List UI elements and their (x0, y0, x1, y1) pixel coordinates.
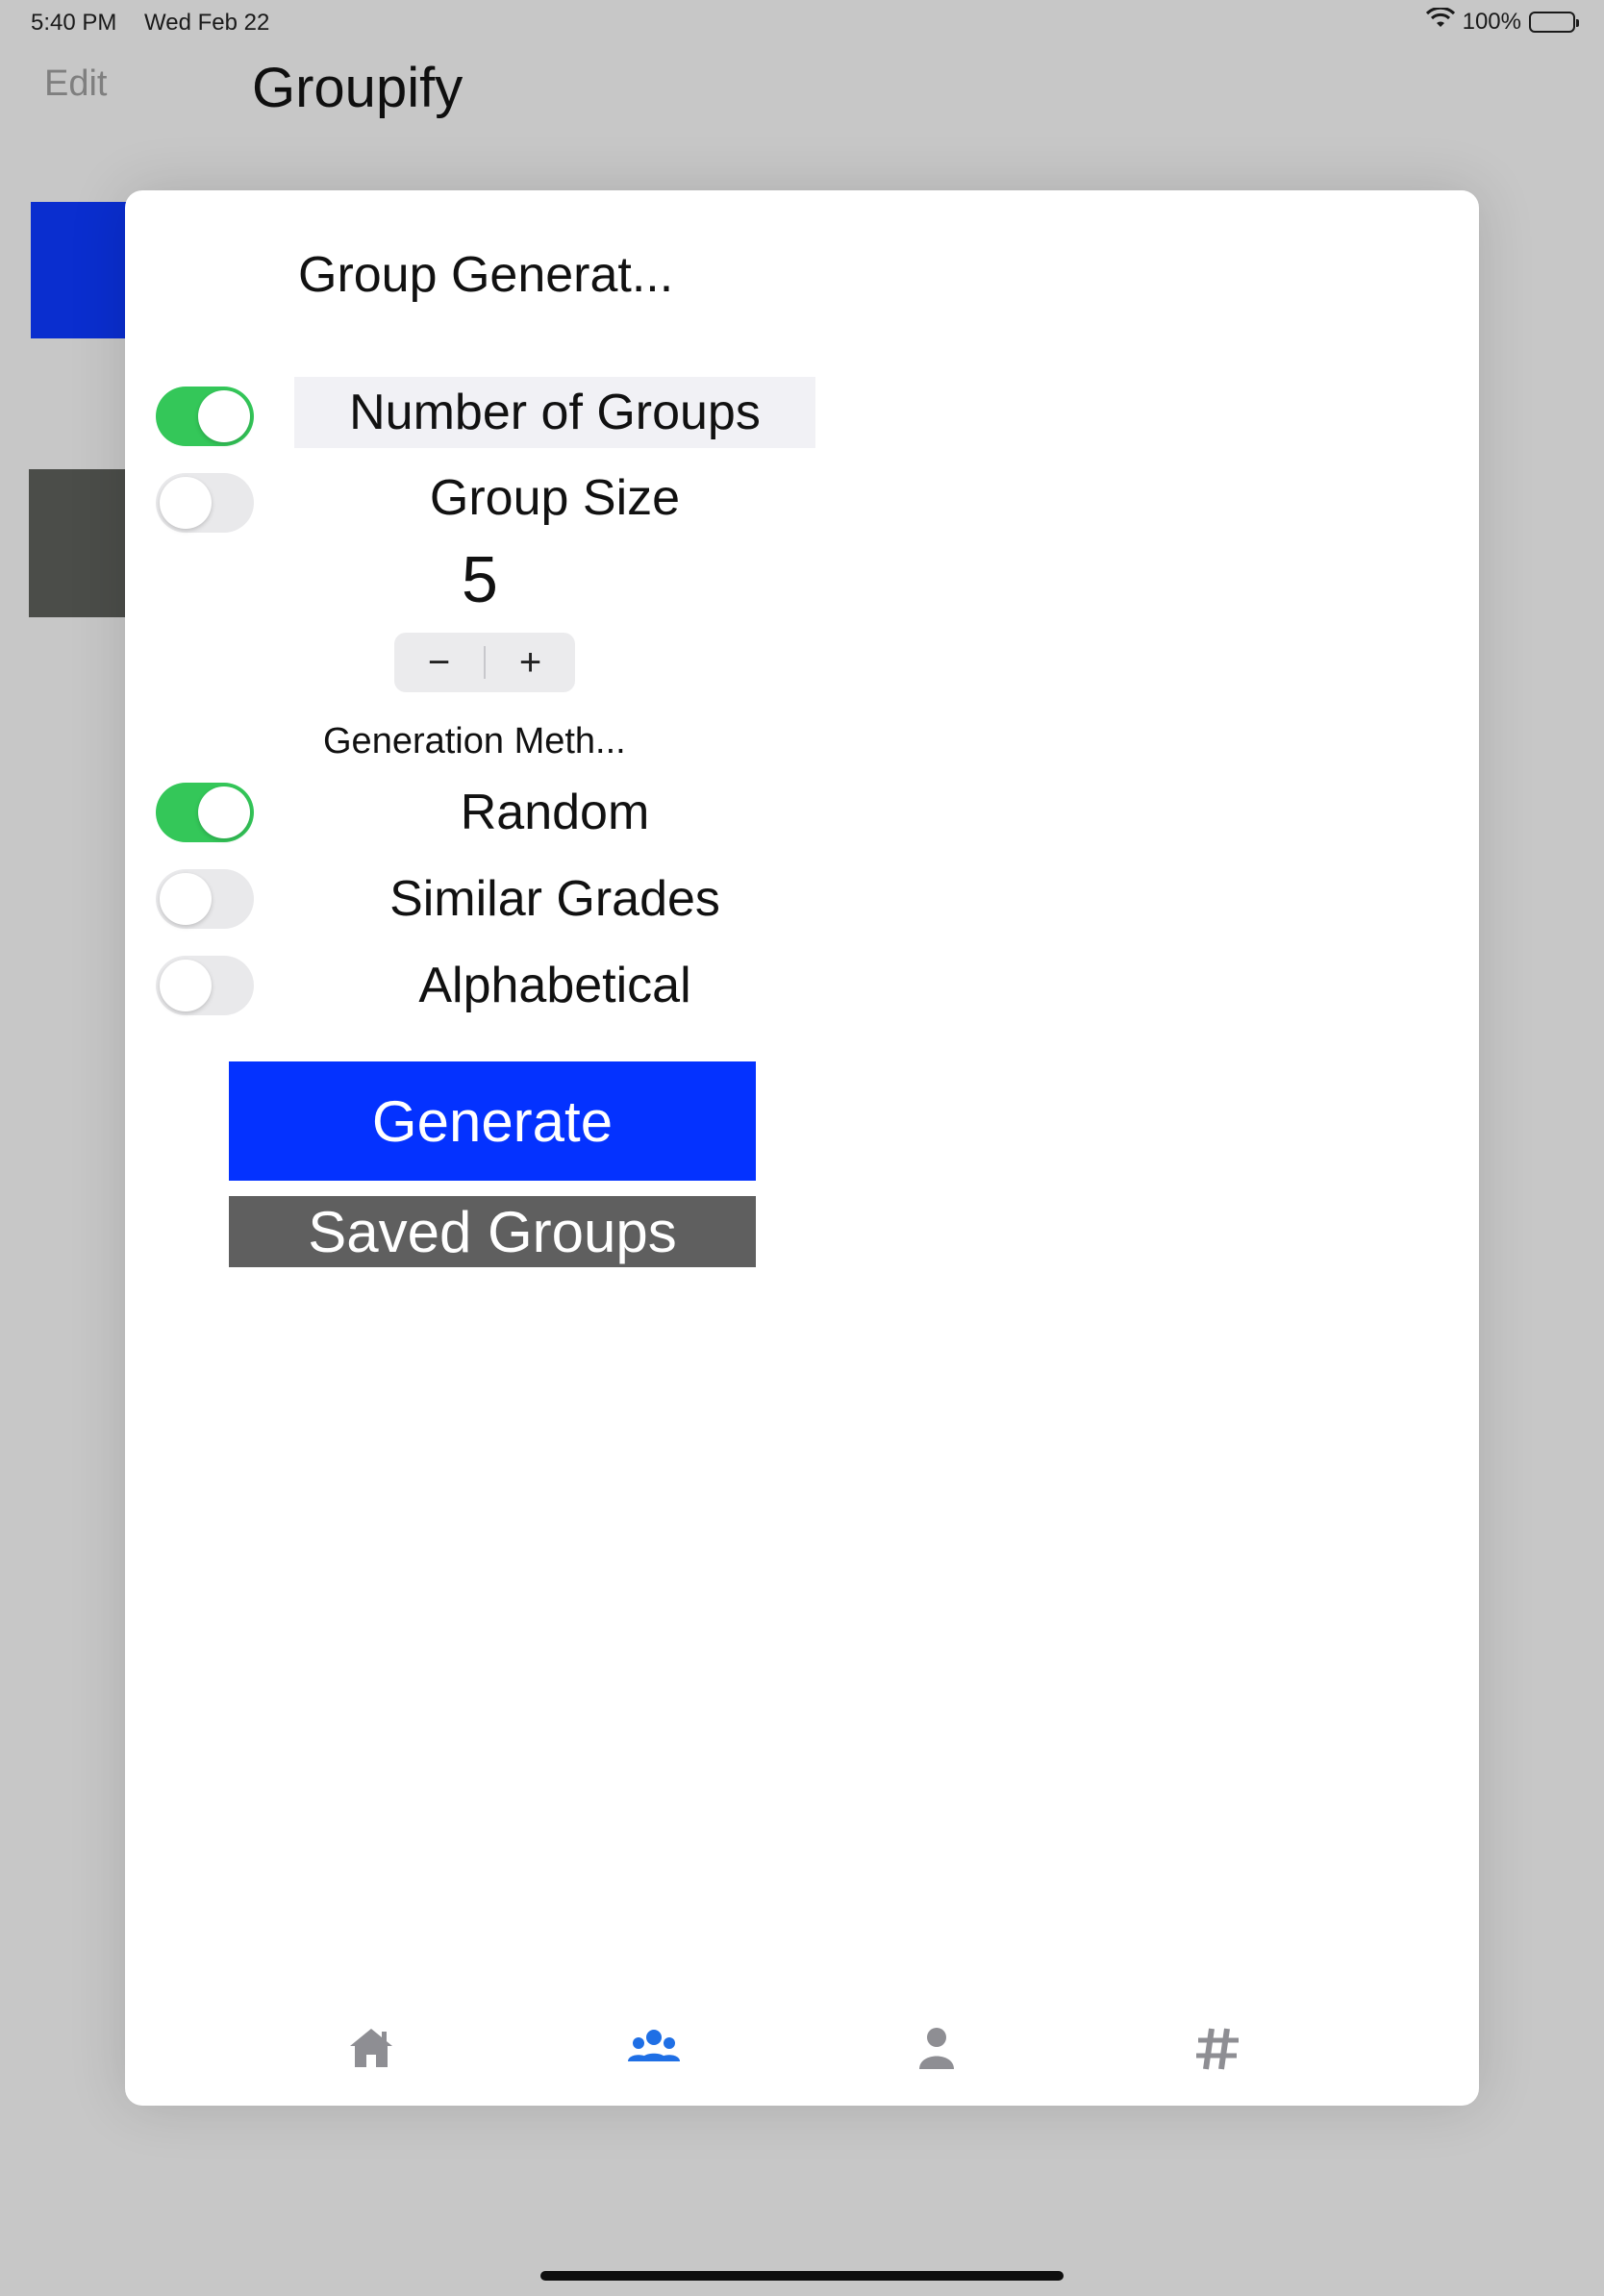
toggle-knob (160, 477, 212, 529)
home-icon (346, 2023, 396, 2078)
background-block-blue (31, 202, 127, 338)
battery-percentage: 100% (1462, 8, 1521, 35)
battery-icon (1529, 11, 1579, 33)
similar-grades-label[interactable]: Similar Grades (294, 865, 815, 933)
hashtag-icon (1194, 2023, 1241, 2078)
increment-button[interactable]: + (486, 633, 575, 692)
number-of-groups-label[interactable]: Number of Groups (294, 377, 815, 448)
tab-bar (125, 1990, 1479, 2106)
group-size-label[interactable]: Group Size (294, 467, 815, 529)
page-title: Groupify (252, 57, 464, 119)
status-right: 100% (1425, 6, 1579, 36)
stepper-value: 5 (462, 543, 498, 616)
background-block-gray (29, 469, 127, 617)
random-label[interactable]: Random (294, 779, 815, 846)
generate-button[interactable]: Generate (229, 1061, 756, 1181)
status-bar: 5:40 PM Wed Feb 22 100% (0, 0, 1604, 46)
number-of-groups-toggle[interactable] (156, 387, 254, 446)
group-generator-modal: Group Generat... Number of Groups Group … (125, 190, 1479, 2106)
saved-groups-button[interactable]: Saved Groups (229, 1196, 756, 1267)
toggle-knob (198, 786, 250, 838)
group-size-toggle[interactable] (156, 473, 254, 533)
wifi-icon (1425, 6, 1455, 36)
group-count-stepper: − + (394, 633, 575, 692)
status-date: Wed Feb 22 (144, 10, 270, 36)
random-toggle[interactable] (156, 783, 254, 842)
battery-nub (1576, 18, 1579, 27)
edit-button[interactable]: Edit (44, 63, 107, 105)
modal-title: Group Generat... (298, 247, 674, 303)
tab-groups[interactable] (615, 2011, 692, 2088)
toggle-knob (198, 390, 250, 442)
groups-icon (627, 2023, 681, 2078)
alphabetical-toggle[interactable] (156, 956, 254, 1015)
similar-grades-toggle[interactable] (156, 869, 254, 929)
decrement-button[interactable]: − (394, 633, 484, 692)
toggle-knob (160, 873, 212, 925)
status-time: 5:40 PM (31, 10, 117, 36)
tab-hashtag[interactable] (1179, 2011, 1256, 2088)
alphabetical-label[interactable]: Alphabetical (294, 952, 815, 1019)
toggle-knob (160, 960, 212, 1011)
generation-method-caption: Generation Meth... (323, 721, 626, 761)
tab-home[interactable] (333, 2011, 410, 2088)
tab-profile[interactable] (898, 2011, 975, 2088)
home-indicator (540, 2271, 1064, 2281)
person-icon (914, 2023, 960, 2078)
